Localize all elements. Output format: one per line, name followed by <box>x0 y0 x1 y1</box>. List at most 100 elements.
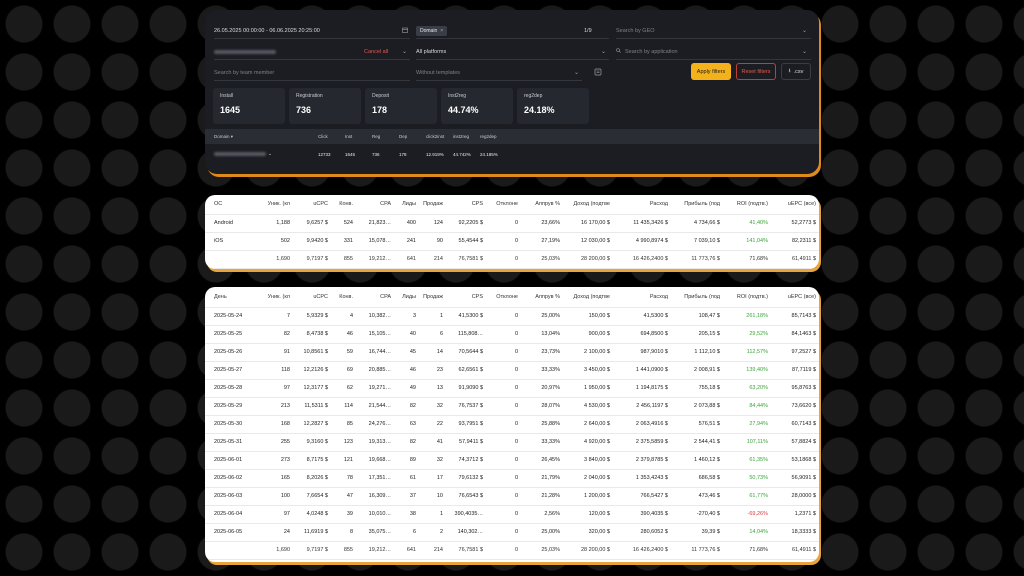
reset-filters-button[interactable]: Reset filters <box>736 63 776 80</box>
table-cell: 12,2827 $ <box>303 421 328 427</box>
export-csv-button[interactable]: ⭳ .csv <box>781 63 811 80</box>
table-cell: 12 030,00 $ <box>580 238 610 244</box>
column-header[interactable]: Лиды <box>394 287 419 307</box>
column-header[interactable]: CPA <box>356 195 394 214</box>
table-cell: 16,309… <box>368 493 391 499</box>
column-header[interactable]: CPS <box>446 195 486 214</box>
column-header[interactable]: Аппрув % <box>521 287 563 307</box>
header-click2inst[interactable]: click2inst <box>426 129 444 144</box>
domain-select[interactable]: Domain × 1/9 <box>416 23 609 39</box>
table-row[interactable]: 2025-06-01 273 8,7175 $ 121 19,668… 89 32 74,37… <box>205 451 819 469</box>
table-row[interactable]: 2025-05-27 118 12,2126 $ 69 20,885… 46 23 62,65… <box>205 361 819 379</box>
platforms-select[interactable]: All platforms ⌄ <box>416 44 609 60</box>
column-header[interactable]: ROI (подтв.) <box>723 287 771 307</box>
column-header[interactable]: Конв. <box>331 287 356 307</box>
column-header[interactable]: uCPC <box>293 287 331 307</box>
domain-sort-header[interactable]: Domain ▾ <box>214 129 233 144</box>
table-cell: 76,7581 $ <box>458 256 483 262</box>
account-value-blurred <box>214 49 276 54</box>
column-header[interactable]: CPS <box>446 287 486 307</box>
cell-dep: 178 <box>399 151 407 157</box>
geo-select[interactable]: Search by GEO ⌄ <box>616 23 811 39</box>
column-header[interactable]: Прибыль (под <box>671 287 723 307</box>
table-cell: 100 <box>280 493 290 499</box>
header-inst2reg[interactable]: inst2reg <box>453 129 469 144</box>
table-cell: 2 544,41 $ <box>694 439 720 445</box>
table-cell: 39,39 $ <box>701 529 720 535</box>
table-cell: 0 <box>514 256 518 262</box>
cancel-all-link[interactable]: Cancel all <box>364 49 388 55</box>
column-header[interactable]: Расход <box>613 195 671 214</box>
table-row[interactable]: 2025-05-29 213 11,5311 $ 114 21,544… 82 32 76,7… <box>205 397 819 415</box>
domain-table-row[interactable]: ⌄ 12733 1645 736 178 12.919% 44.742% 24.… <box>205 144 819 164</box>
header-reg[interactable]: Reg <box>372 129 380 144</box>
templates-select[interactable]: Without templates ⌄ <box>416 65 582 81</box>
column-header[interactable]: Доход (подтве <box>563 195 613 214</box>
column-header[interactable]: Доход (подтве <box>563 287 613 307</box>
date-range-field[interactable]: 26.05.2025 00:00:00 - 06.06.2025 20:25:0… <box>214 23 410 39</box>
table-cell: 2 008,91 $ <box>694 367 720 373</box>
column-header[interactable]: Уник. (кл <box>255 195 293 214</box>
table-cell: 62,6561 $ <box>458 367 483 373</box>
table-row[interactable]: 2025-05-24 7 5,9329 $ 4 10,382… 3 1 41,5300 $ 0 2… <box>205 307 819 325</box>
table-row[interactable]: 2025-06-04 97 4,0248 $ 39 10,010… 38 1 390,4035… <box>205 505 819 523</box>
header-inst[interactable]: Inst <box>345 129 352 144</box>
chip-close-icon[interactable]: × <box>440 28 443 34</box>
header-reg2dep[interactable]: reg2dep <box>480 129 497 144</box>
column-header[interactable]: ROI (подтв.) <box>723 195 771 214</box>
expand-row-icon[interactable]: ⌄ <box>268 144 272 164</box>
header-dep[interactable]: Dep <box>399 129 407 144</box>
column-header[interactable]: Продаж <box>419 287 446 307</box>
table-cell: 74,3712 $ <box>458 457 483 463</box>
table-cell: 2025-05-28 <box>214 385 243 391</box>
table-cell: 46 <box>409 367 416 373</box>
table-cell: 2025-06-03 <box>214 493 243 499</box>
save-template-icon[interactable] <box>594 68 602 78</box>
table-row[interactable]: 2025-05-25 82 8,4738 $ 46 15,105… 40 6 115,808…… <box>205 325 819 343</box>
table-cell: 38 <box>409 511 416 517</box>
column-header[interactable]: Продаж <box>419 195 446 214</box>
table-row[interactable]: iOS 502 9,9420 $ 331 15,078… 241 90 55,4544 $ 0 2… <box>205 232 819 250</box>
domain-chip[interactable]: Domain × <box>416 25 448 36</box>
header-click[interactable]: Click <box>318 129 328 144</box>
apply-filters-button[interactable]: Apply filters <box>691 63 731 80</box>
table-row[interactable]: 2025-05-28 97 12,3177 $ 62 19,271… 49 13 91,909… <box>205 379 819 397</box>
table-cell: 9,6257 $ <box>306 220 328 226</box>
column-header[interactable]: Аппрув % <box>521 195 563 214</box>
table-cell: 8,4738 $ <box>306 331 328 337</box>
stat-value: 736 <box>296 105 312 115</box>
column-header[interactable]: ОС <box>205 195 255 214</box>
table-cell: 2025-05-26 <box>214 349 243 355</box>
table-cell: 19,668… <box>368 457 391 463</box>
application-search[interactable]: Search by application ⌄ <box>616 44 811 60</box>
cell-inst2reg: 44.742% <box>453 151 471 157</box>
column-header[interactable]: Конв. <box>331 195 356 214</box>
table-row[interactable]: 2025-05-30 168 12,2827 $ 85 24,276… 63 22 93,79… <box>205 415 819 433</box>
column-header[interactable]: Расход <box>613 287 671 307</box>
account-select[interactable]: Cancel all ⌄ <box>214 44 410 60</box>
table-row[interactable]: 2025-06-02 165 8,2026 $ 78 17,351… 61 17 79,613… <box>205 469 819 487</box>
column-header[interactable]: День <box>205 287 255 307</box>
table-row[interactable]: 2025-05-26 91 10,8561 $ 59 16,744… 45 14 70,564… <box>205 343 819 361</box>
column-header[interactable]: CPA <box>356 287 394 307</box>
column-header[interactable]: uEPC (все) <box>771 287 819 307</box>
table-row[interactable]: 2025-06-05 24 11,6919 $ 8 35,075… 6 2 140,302… 0… <box>205 523 819 541</box>
table-row[interactable]: Android 1,188 9,6257 $ 524 21,823… 400 124 92,2… <box>205 214 819 232</box>
column-header[interactable]: uCPC <box>293 195 331 214</box>
table-cell: 9,9420 $ <box>306 238 328 244</box>
column-header[interactable]: Лиды <box>394 195 419 214</box>
column-header[interactable]: uEPC (все) <box>771 195 819 214</box>
table-cell: 1 460,12 $ <box>694 457 720 463</box>
table-row[interactable]: 2025-05-31 255 9,3160 $ 123 19,313… 82 41 57,94… <box>205 433 819 451</box>
table-cell: 78 <box>346 475 353 481</box>
column-header[interactable]: Прибыль (под <box>671 195 723 214</box>
column-header[interactable]: Отклоне <box>486 195 521 214</box>
column-header[interactable]: Уник. (кл <box>255 287 293 307</box>
table-row[interactable]: 2025-06-03 100 7,6654 $ 47 16,309… 37 10 76,654… <box>205 487 819 505</box>
column-header[interactable]: Отклоне <box>486 287 521 307</box>
table-cell: 11,5311 $ <box>304 403 328 409</box>
table-cell: 2 640,00 $ <box>584 421 610 427</box>
team-member-search[interactable]: Search by team member <box>214 65 410 81</box>
table-cell: 27,94% <box>749 421 768 427</box>
download-icon: ⭳ <box>788 68 791 74</box>
